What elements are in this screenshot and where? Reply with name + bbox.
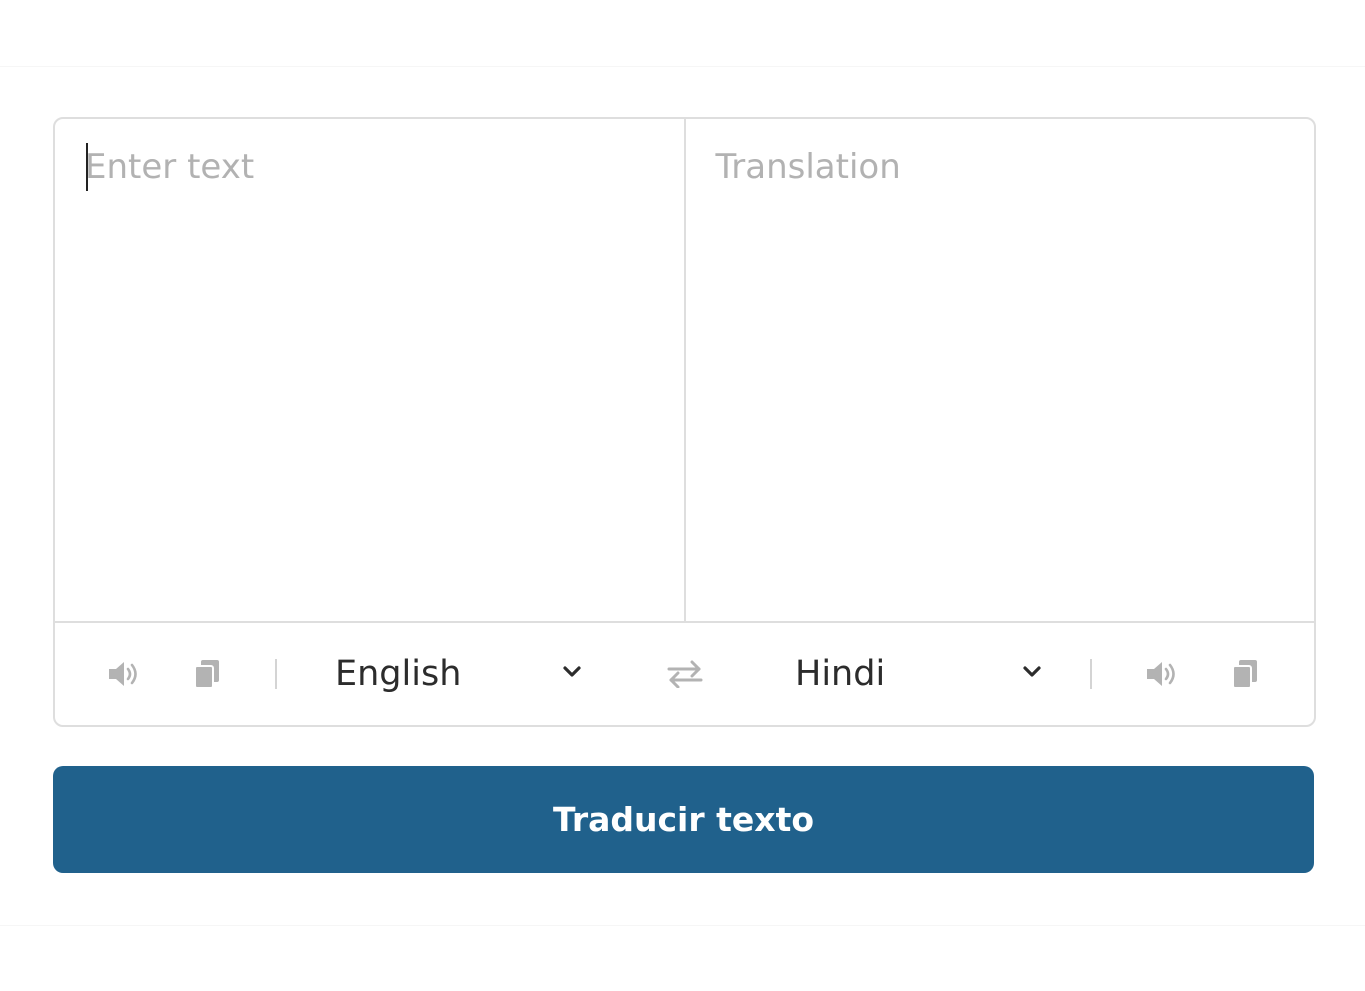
translator-page: English Hindi <box>0 0 1365 991</box>
toolbar-divider <box>1090 659 1092 689</box>
toolbar-divider <box>275 659 277 689</box>
speaker-icon <box>1147 662 1175 686</box>
footer-divider <box>0 925 1365 926</box>
target-language-label: Hindi <box>795 654 886 694</box>
copy-icon <box>194 660 219 689</box>
text-cursor <box>86 143 88 191</box>
target-language-select[interactable]: Hindi <box>795 623 1055 725</box>
source-speak-button[interactable] <box>103 623 147 725</box>
translator-box: English Hindi <box>53 117 1316 727</box>
target-copy-button[interactable] <box>1225 623 1265 725</box>
source-text-input[interactable] <box>55 119 684 621</box>
speaker-icon <box>109 662 137 686</box>
chevron-down-icon <box>563 666 581 677</box>
target-speak-button[interactable] <box>1141 623 1185 725</box>
swap-languages-button[interactable] <box>663 623 707 725</box>
source-language-select[interactable]: English <box>335 623 595 725</box>
translation-output <box>685 119 1314 621</box>
source-copy-button[interactable] <box>187 623 227 725</box>
text-panes <box>55 119 1314 623</box>
swap-icon <box>667 660 703 688</box>
copy-icon <box>1232 660 1257 689</box>
source-language-label: English <box>335 654 462 694</box>
translate-button[interactable]: Traducir texto <box>53 766 1314 873</box>
target-pane <box>685 119 1314 621</box>
chevron-down-icon <box>1023 666 1041 677</box>
header-strip <box>0 0 1365 67</box>
language-toolbar: English Hindi <box>55 623 1314 725</box>
source-pane <box>55 119 686 621</box>
